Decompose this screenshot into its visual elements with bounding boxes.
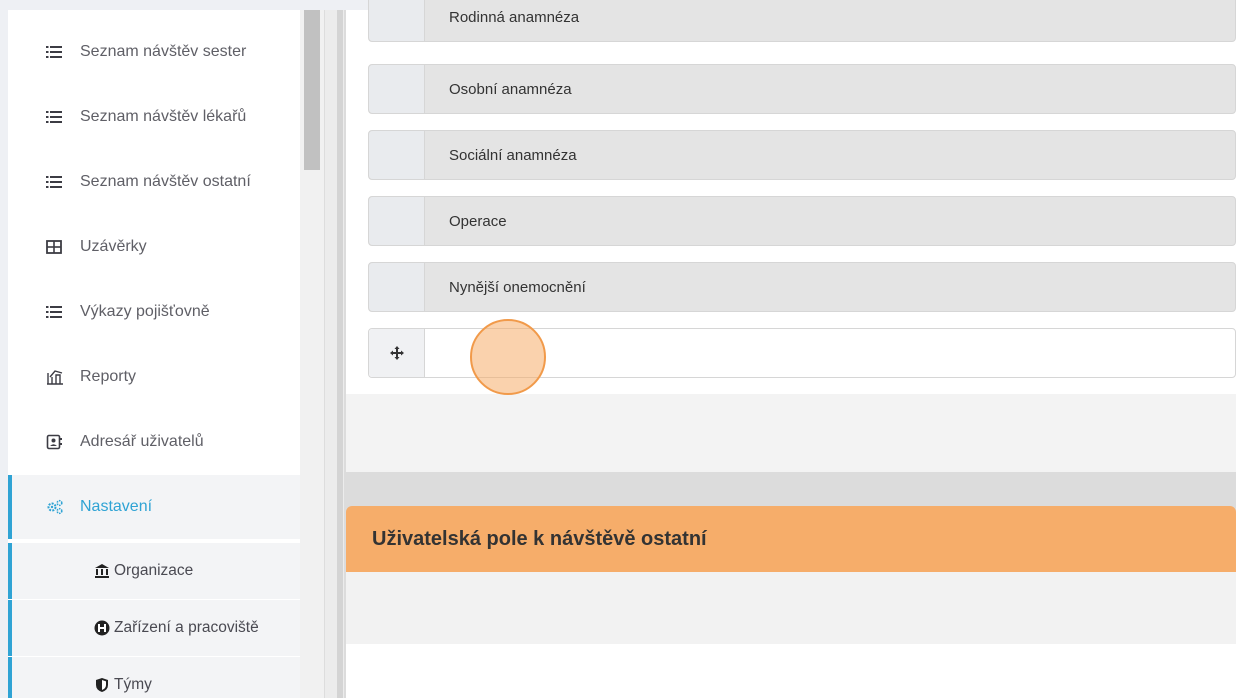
- sidebar-item-label: Uzávěrky: [80, 238, 147, 255]
- drag-handle[interactable]: [369, 131, 425, 179]
- sidebar-subitem-label: Zařízení a pracoviště: [114, 619, 259, 636]
- sidebar-subitem-organization[interactable]: Organizace: [8, 543, 300, 599]
- sidebar-item-reports[interactable]: Reporty: [8, 345, 300, 409]
- report-icon: [46, 369, 63, 385]
- hospital-icon: [94, 620, 110, 636]
- list-icon: [46, 44, 62, 60]
- sidebar-item-other-visits[interactable]: Seznam návštěv ostatní: [8, 150, 300, 214]
- cogs-icon: [46, 499, 63, 515]
- bank-icon: [94, 563, 110, 579]
- sidebar-item-doctor-visits[interactable]: Seznam návštěv lékařů: [8, 85, 300, 149]
- sidebar-item-nurse-visits[interactable]: Seznam návštěv sester: [8, 20, 300, 84]
- sidebar: Seznam návštěv sester Seznam návštěv lék…: [8, 10, 300, 698]
- list-icon: [46, 174, 62, 190]
- sidebar-item-label: Adresář uživatelů: [80, 433, 204, 450]
- sidebar-item-label: Nastavení: [80, 498, 153, 515]
- sidebar-subitem-teams[interactable]: Týmy: [8, 657, 300, 698]
- field-label: Nynější onemocnění: [449, 278, 586, 296]
- field-label: Osobní anamnéza: [449, 80, 572, 98]
- shield-icon: [94, 677, 110, 693]
- sidebar-subitem-facilities[interactable]: Zařízení a pracoviště: [8, 600, 300, 656]
- sidebar-item-label: Seznam návštěv ostatní: [80, 173, 251, 190]
- list-icon: [46, 109, 62, 125]
- sidebar-item-settings[interactable]: Nastavení: [8, 475, 300, 539]
- drag-handle[interactable]: [369, 65, 425, 113]
- field-row[interactable]: Operace: [368, 196, 1236, 246]
- field-label: Rodinná anamnéza: [449, 8, 580, 26]
- drag-handle[interactable]: [369, 197, 425, 245]
- table-icon: [46, 239, 62, 255]
- click-indicator: [470, 319, 546, 395]
- drag-handle[interactable]: [369, 0, 425, 41]
- card-title: Uživatelská pole k návštěvě ostatní: [346, 506, 1236, 572]
- sidebar-subitem-label: Týmy: [114, 676, 152, 693]
- field-row[interactable]: Sociální anamnéza: [368, 130, 1236, 180]
- sidebar-item-label: Výkazy pojišťovně: [80, 303, 210, 320]
- field-label: Operace: [449, 212, 507, 230]
- drag-handle[interactable]: [369, 263, 425, 311]
- sidebar-item-closures[interactable]: Uzávěrky: [8, 215, 300, 279]
- field-row[interactable]: Nynější onemocnění: [368, 262, 1236, 312]
- sidebar-subitem-label: Organizace: [114, 562, 194, 579]
- sidebar-item-insurance-reports[interactable]: Výkazy pojišťovně: [8, 280, 300, 344]
- sidebar-item-label: Seznam návštěv lékařů: [80, 108, 247, 125]
- sidebar-item-label: Seznam návštěv sester: [80, 43, 247, 60]
- field-row[interactable]: Osobní anamnéza: [368, 64, 1236, 114]
- list-icon: [46, 304, 62, 320]
- sidebar-item-user-directory[interactable]: Adresář uživatelů: [8, 410, 300, 474]
- contacts-icon: [46, 434, 62, 450]
- move-icon: [389, 346, 404, 360]
- field-row[interactable]: Rodinná anamnéza: [368, 0, 1236, 42]
- sidebar-scrollbar-thumb[interactable]: [304, 10, 320, 170]
- card-body: [346, 572, 1236, 644]
- sidebar-item-label: Reporty: [80, 368, 137, 385]
- field-label: Sociální anamnéza: [449, 146, 577, 164]
- card-body-content: [346, 644, 1236, 698]
- panel-divider: [324, 10, 344, 698]
- fields-card: Rodinná anamnéza Osobní anamnéza Sociáln…: [346, 0, 1236, 472]
- drag-handle[interactable]: [369, 329, 425, 377]
